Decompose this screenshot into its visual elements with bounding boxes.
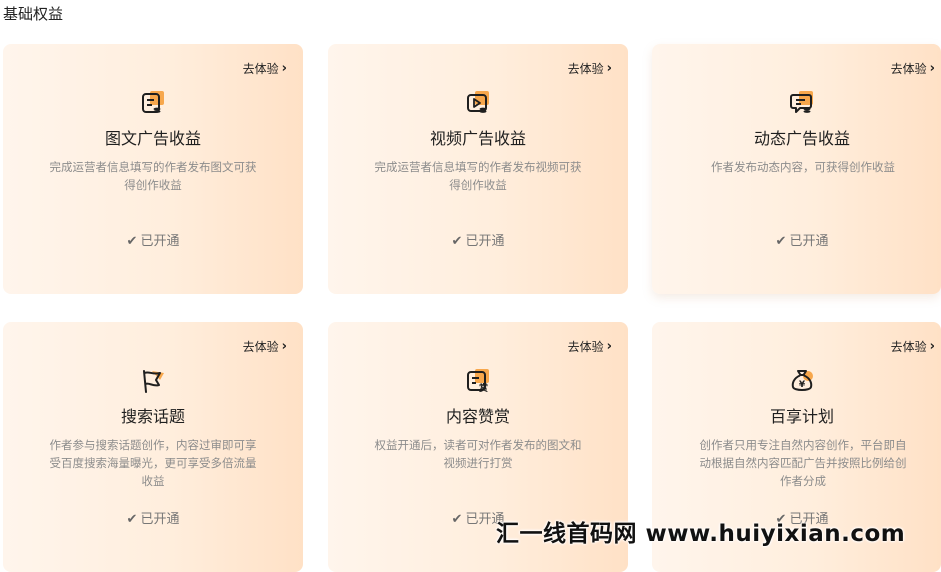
- card-title: 百享计划: [769, 407, 834, 426]
- status-badge: ✔ 已开通: [3, 508, 303, 527]
- try-label: 去体验: [890, 62, 927, 76]
- chevron-right-icon: ›: [929, 339, 935, 354]
- checkmark-icon: ✔: [126, 234, 138, 249]
- try-button[interactable]: 去体验 ›: [891, 338, 935, 355]
- try-button[interactable]: 去体验 ›: [568, 338, 612, 355]
- checkmark-icon: ✔: [126, 512, 138, 527]
- card-title: 内容赞赏: [445, 407, 510, 426]
- try-button[interactable]: 去体验 ›: [891, 60, 935, 77]
- document-list-icon: [140, 90, 166, 116]
- money-bag-icon: ¥: [789, 368, 815, 394]
- try-button[interactable]: 去体验 ›: [568, 60, 612, 77]
- reward-document-icon: 赏: [465, 368, 491, 394]
- reward-glyph: 赏: [479, 382, 488, 394]
- chevron-right-icon: ›: [281, 339, 287, 354]
- video-play-icon: [465, 90, 491, 116]
- try-label: 去体验: [890, 340, 927, 354]
- status-label: 已开通: [465, 234, 505, 249]
- chevron-right-icon: ›: [606, 339, 612, 354]
- checkmark-icon: ✔: [451, 234, 463, 249]
- benefit-card-video-ads: 去体验 › 视频广告收益 完成运营者信息填写的作者发布视频可获得创作收益 ✔ 已开…: [328, 44, 628, 294]
- chevron-right-icon: ›: [929, 61, 935, 76]
- card-title: 图文广告收益: [104, 129, 201, 148]
- try-label: 去体验: [567, 340, 604, 354]
- card-description: 完成运营者信息填写的作者发布视频可获得创作收益: [374, 160, 582, 192]
- site-watermark: 汇一线首码网 www.huiyixian.com: [496, 521, 906, 547]
- try-label: 去体验: [242, 340, 279, 354]
- try-button[interactable]: 去体验 ›: [243, 338, 287, 355]
- status-badge: ✔ 已开通: [652, 230, 941, 249]
- card-description: 作者参与搜索话题创作，内容过审即可享受百度搜索海量曝光，更可享受多倍流量收益: [49, 438, 257, 488]
- flag-icon: [140, 368, 166, 394]
- checkmark-icon: ✔: [775, 234, 787, 249]
- card-title: 搜索话题: [120, 407, 185, 426]
- card-description: 创作者只用专注自然内容创作，平台即自动根据自然内容匹配广告并按照比例给创作者分成: [699, 438, 907, 488]
- status-label: 已开通: [140, 512, 180, 527]
- status-label: 已开通: [140, 234, 180, 249]
- benefit-grid: 去体验 › 图文广告收益 完成运营者信息填写的作者发布图文可获得创作收益 ✔ 已开…: [0, 0, 941, 572]
- status-label: 已开通: [789, 234, 829, 249]
- benefit-card-dynamic-ads: 去体验 › 动态广告收益 作者发布动态内容，可获得创作收益 ✔ 已开通: [652, 44, 941, 294]
- chevron-right-icon: ›: [606, 61, 612, 76]
- status-badge: ✔ 已开通: [328, 230, 628, 249]
- try-button[interactable]: 去体验 ›: [243, 60, 287, 77]
- chevron-right-icon: ›: [281, 61, 287, 76]
- try-label: 去体验: [567, 62, 604, 76]
- benefit-card-image-text-ads: 去体验 › 图文广告收益 完成运营者信息填写的作者发布图文可获得创作收益 ✔ 已开…: [3, 44, 303, 294]
- benefit-card-search-topics: 去体验 › 搜索话题 作者参与搜索话题创作，内容过审即可享受百度搜索海量曝光，更…: [3, 322, 303, 572]
- try-label: 去体验: [242, 62, 279, 76]
- card-description: 作者发布动态内容，可获得创作收益: [711, 160, 895, 174]
- checkmark-icon: ✔: [451, 512, 463, 527]
- card-description: 权益开通后，读者可对作者发布的图文和视频进行打赏: [374, 438, 582, 470]
- status-badge: ✔ 已开通: [3, 230, 303, 249]
- card-title: 视频广告收益: [429, 129, 526, 148]
- yen-glyph: ¥: [799, 380, 806, 390]
- card-description: 完成运营者信息填写的作者发布图文可获得创作收益: [49, 160, 257, 192]
- card-title: 动态广告收益: [753, 129, 850, 148]
- chat-bubble-icon: [789, 90, 815, 116]
